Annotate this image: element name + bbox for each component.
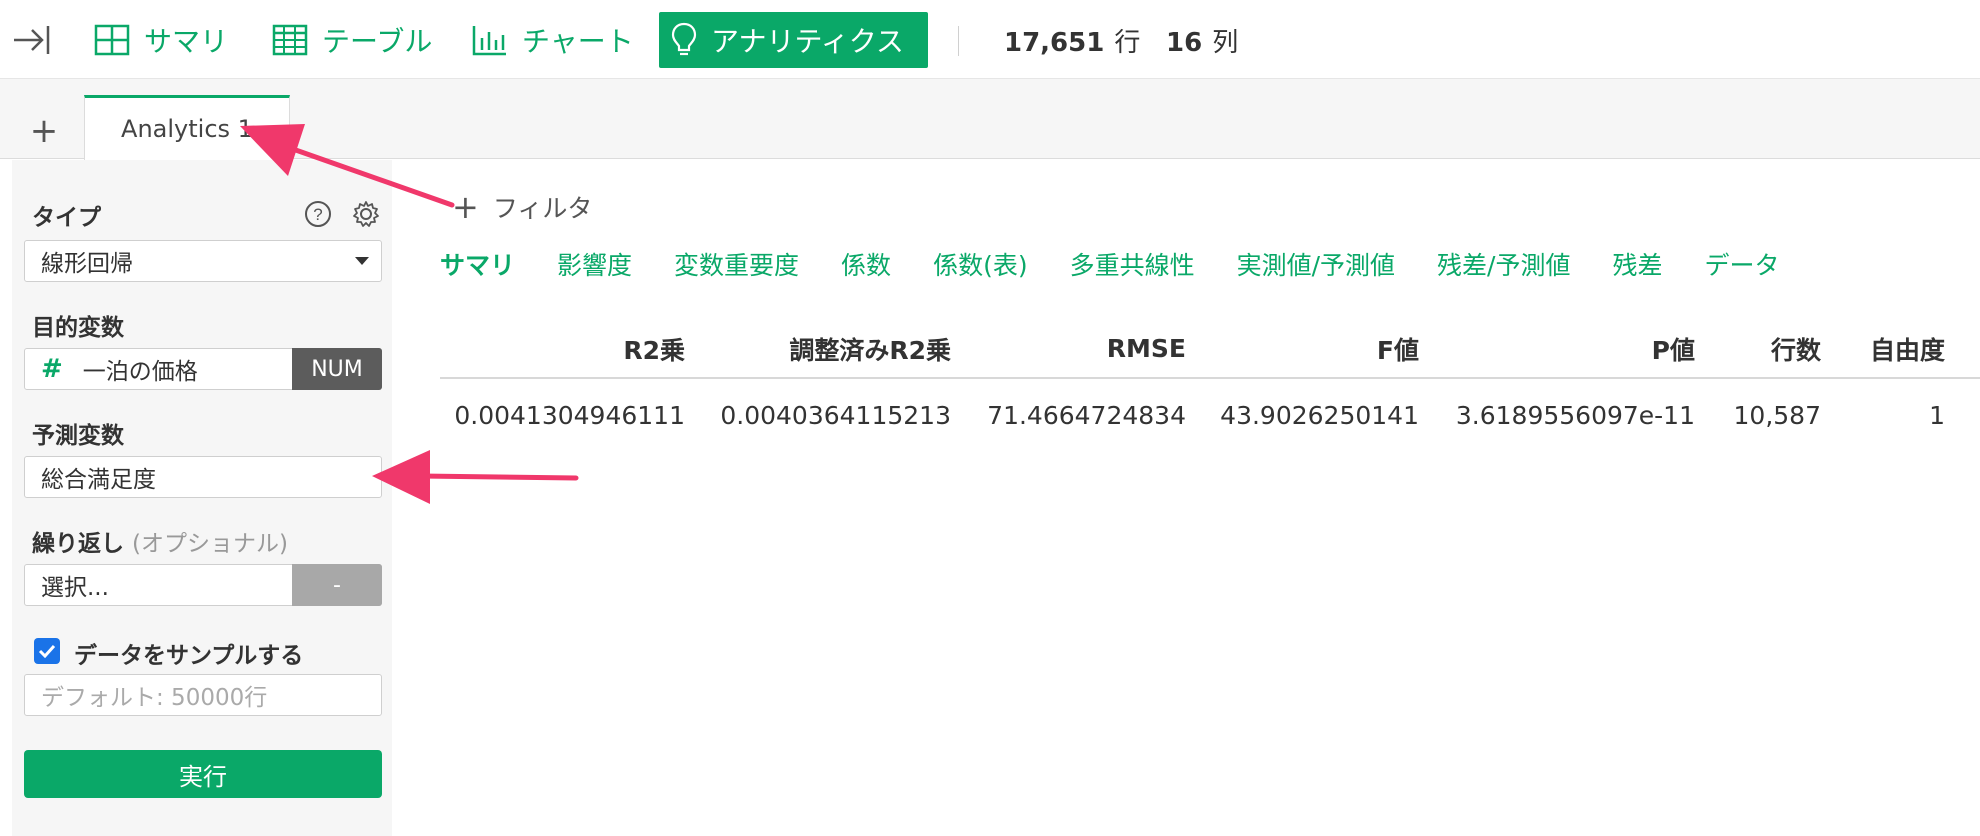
subtab-actual-vs-predicted[interactable]: 実測値/予測値 — [1216, 246, 1416, 286]
run-button[interactable]: 実行 — [24, 750, 382, 798]
subtab-summary[interactable]: サマリ — [440, 246, 536, 286]
arrow-to-predictor — [372, 450, 579, 504]
svg-text:?: ? — [313, 205, 322, 224]
add-filter-label: フィルタ — [492, 194, 593, 223]
gear-icon[interactable] — [352, 200, 380, 228]
add-tab-button[interactable]: + — [26, 113, 62, 149]
row-count-unit: 行 — [1114, 28, 1141, 58]
table-row: 0.0041304946111 0.0040364115213 71.46647… — [440, 378, 1980, 452]
toolbar-divider — [958, 26, 959, 56]
table-cell: 1 — [1929, 401, 1945, 430]
plus-icon: + — [452, 188, 479, 226]
table-header-cell: R2乗 — [440, 330, 685, 379]
toolbar-chart-label: チャート — [522, 25, 634, 58]
table-cell-spacer — [1945, 378, 1980, 452]
repeat-select-placeholder: 選択... — [41, 575, 109, 601]
type-label: タイプ — [32, 205, 101, 231]
repeat-label: 繰り返し (オプショナル) — [32, 524, 288, 558]
row-count: 17,651 行 — [1004, 22, 1140, 59]
subtab-coefficient[interactable]: 係数 — [820, 246, 912, 286]
data-type-badge: NUM — [292, 348, 382, 390]
table-header-cell: 自由度 — [1821, 330, 1945, 379]
repeat-label-text: 繰り返し — [32, 531, 124, 557]
help-icon[interactable]: ? — [304, 200, 332, 228]
table-header-cell: RMSE — [951, 330, 1186, 379]
table-cell: 3.6189556097e-11 — [1455, 401, 1695, 430]
numeric-type-icon: # — [41, 354, 63, 384]
tab-analytics-1-label: Analytics 1 — [121, 115, 253, 143]
sample-data-checkbox[interactable] — [34, 638, 60, 664]
tab-analytics-1[interactable]: Analytics 1 — [84, 95, 290, 160]
table-cell: 43.9026250141 — [1220, 401, 1419, 430]
table-icon — [272, 24, 308, 56]
toolbar-table-label: テーブル — [322, 25, 433, 58]
predictor-variable-label: 予測変数 — [32, 423, 124, 449]
subtab-multicollinearity[interactable]: 多重共線性 — [1049, 246, 1216, 286]
table-header-row: R2乗 調整済みR2乗 RMSE F値 P値 行数 自由度 — [440, 330, 1980, 379]
table-header-cell: F値 — [1186, 330, 1419, 379]
toolbar-chart-button[interactable]: チャート — [460, 12, 646, 68]
toolbar-analytics-button[interactable]: アナリティクス — [659, 12, 928, 68]
type-select-value: 線形回帰 — [41, 251, 133, 277]
bar-chart-icon — [472, 26, 506, 56]
table-cell: 0.0040364115213 — [720, 401, 951, 430]
collapse-sidebar-icon[interactable] — [12, 22, 52, 58]
toolbar-summary-button[interactable]: サマリ — [82, 12, 240, 68]
target-variable-value: 一泊の価格 — [82, 359, 198, 385]
checkmark-icon — [38, 644, 56, 658]
add-filter-button[interactable]: + フィルタ — [452, 188, 592, 226]
sample-data-label: データをサンプルする — [74, 643, 304, 669]
target-variable-label: 目的変数 — [32, 315, 124, 341]
table-cell: 0.0041304946111 — [454, 401, 685, 430]
subtab-influence[interactable]: 影響度 — [536, 246, 653, 286]
type-select[interactable]: 線形回帰 — [24, 240, 382, 282]
grid-2x2-icon — [94, 24, 130, 56]
top-toolbar: サマリ テーブル チャート アナリティクス 17,651 行 16 列 — [0, 0, 1980, 79]
column-count-value: 16 — [1166, 28, 1203, 58]
result-subtabs: サマリ 影響度 変数重要度 係数 係数(表) 多重共線性 実測値/予測値 残差/… — [440, 246, 1801, 286]
table-header-cell: 行数 — [1695, 330, 1821, 379]
predictor-variable-value: 総合満足度 — [41, 467, 156, 493]
sample-size-input[interactable]: デフォルト: 50000行 — [24, 674, 382, 716]
analytics-tab-bar: + Analytics 1 — [0, 79, 1980, 160]
target-variable-select[interactable]: # 一泊の価格 NUM — [24, 348, 382, 390]
row-count-value: 17,651 — [1004, 28, 1105, 58]
chevron-down-icon — [355, 257, 369, 265]
sample-size-placeholder: デフォルト: 50000行 — [41, 685, 268, 711]
table-header-spacer — [1945, 330, 1980, 379]
column-count-unit: 列 — [1212, 28, 1239, 58]
table-header-cell: P値 — [1419, 330, 1695, 379]
repeat-optional-note: (オプショナル) — [132, 531, 288, 557]
subtab-residual[interactable]: 残差 — [1591, 246, 1683, 286]
table-cell: 71.4664724834 — [987, 401, 1186, 430]
subtab-residual-vs-predicted[interactable]: 残差/予測値 — [1416, 246, 1591, 286]
toolbar-table-button[interactable]: テーブル — [260, 12, 444, 68]
toolbar-analytics-label: アナリティクス — [711, 25, 904, 58]
repeat-select[interactable]: 選択... - — [24, 564, 382, 606]
repeat-type-badge: - — [292, 564, 382, 606]
table-cell: 10,587 — [1733, 401, 1821, 430]
subtab-variable-importance[interactable]: 変数重要度 — [653, 246, 820, 286]
lightbulb-icon — [671, 22, 697, 56]
table-header-cell: 調整済みR2乗 — [685, 330, 951, 379]
toolbar-summary-label: サマリ — [144, 25, 229, 58]
subtab-data[interactable]: データ — [1683, 246, 1800, 286]
predictor-variable-select[interactable]: 総合満足度 — [24, 456, 382, 498]
subtab-coefficient-table[interactable]: 係数(表) — [912, 246, 1049, 286]
summary-table: R2乗 調整済みR2乗 RMSE F値 P値 行数 自由度 0.00413049… — [440, 330, 1980, 452]
analytics-settings-panel: タイプ ? 線形回帰 目的変数 # 一泊の価格 NUM 予測変数 総合満足度 繰… — [12, 160, 392, 836]
column-count: 16 列 — [1166, 22, 1238, 59]
